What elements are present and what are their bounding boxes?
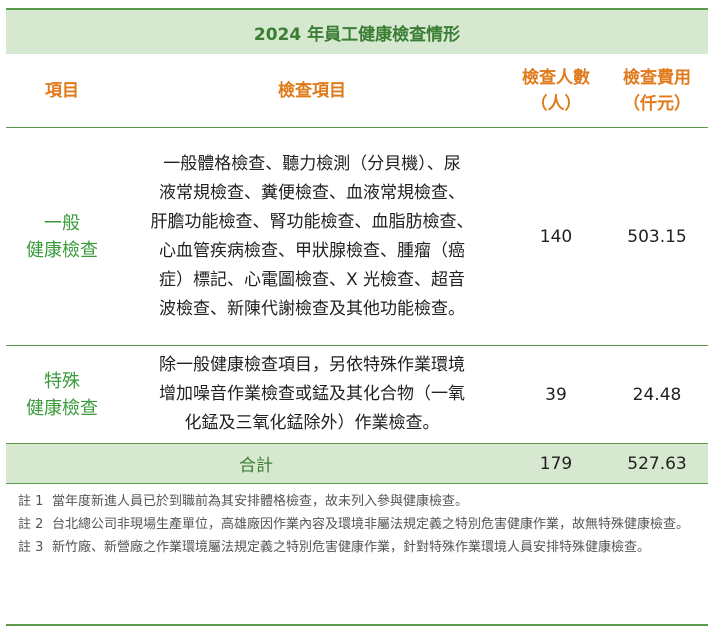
table-header: 項目 檢查項目 檢查人數 （人） 檢查費用 （仟元） <box>6 54 708 128</box>
total-people: 179 <box>539 453 573 474</box>
row-cost: 503.15 <box>627 226 687 247</box>
table-row-special: 特殊 健康檢查 除一般健康檢查項目，另依特殊作業環境 增加噪音作業檢查或錳及其化… <box>6 346 708 444</box>
header-item: 項目 <box>45 81 79 101</box>
table-title: 2024 年員工健康檢查情形 <box>6 8 708 54</box>
row-people: 140 <box>539 226 573 247</box>
footnote-text: 台北總公司非現場生產單位，高雄廠因作業內容及環境非屬法規定義之特別危害健康作業，… <box>52 517 690 532</box>
row-description: 一般體格檢查、聽力檢測（分貝機）、尿 液常規檢查、糞便檢查、血液常規檢查、 肝膽… <box>150 153 474 319</box>
footnotes: 註 1 當年度新進人員已於到職前為其安排體格檢查，故未列入參與健康檢查。 註 2… <box>18 488 704 557</box>
row-category: 一般 健康檢查 <box>26 212 98 261</box>
bottom-divider <box>6 624 708 626</box>
header-cost: 檢查費用 （仟元） <box>623 68 691 114</box>
footnote-text: 新竹廠、新營廠之作業環境屬法規定義之特別危害健康作業，針對特殊作業環境人員安排特… <box>52 540 651 555</box>
header-people: 檢查人數 （人） <box>522 68 590 114</box>
table-row-total: 合計 179 527.63 <box>6 444 708 484</box>
total-cost: 527.63 <box>627 453 687 474</box>
table-row-general: 一般 健康檢查 一般體格檢查、聽力檢測（分貝機）、尿 液常規檢查、糞便檢查、血液… <box>6 128 708 346</box>
footnote: 註 2 台北總公司非現場生產單位，高雄廠因作業內容及環境非屬法規定義之特別危害健… <box>18 515 704 534</box>
health-check-table: 2024 年員工健康檢查情形 項目 檢查項目 檢查人數 （人） 檢查費用 （仟元… <box>0 0 714 630</box>
footnote-text: 當年度新進人員已於到職前為其安排體格檢查，故未列入參與健康檢查。 <box>52 494 469 509</box>
row-people: 39 <box>545 384 567 405</box>
header-check-items: 檢查項目 <box>278 81 346 101</box>
row-description: 除一般健康檢查項目，另依特殊作業環境 增加噪音作業檢查或錳及其化合物（一氧 化錳… <box>159 355 465 433</box>
row-category: 特殊 健康檢查 <box>26 370 98 419</box>
footnote: 註 1 當年度新進人員已於到職前為其安排體格檢查，故未列入參與健康檢查。 <box>18 492 704 511</box>
footnote-label: 註 2 <box>18 517 44 532</box>
footnote: 註 3 新竹廠、新營廠之作業環境屬法規定義之特別危害健康作業，針對特殊作業環境人… <box>18 538 704 557</box>
row-cost: 24.48 <box>632 384 682 405</box>
footnote-label: 註 3 <box>18 540 44 555</box>
footnote-label: 註 1 <box>18 494 44 509</box>
total-label: 合計 <box>239 456 273 476</box>
